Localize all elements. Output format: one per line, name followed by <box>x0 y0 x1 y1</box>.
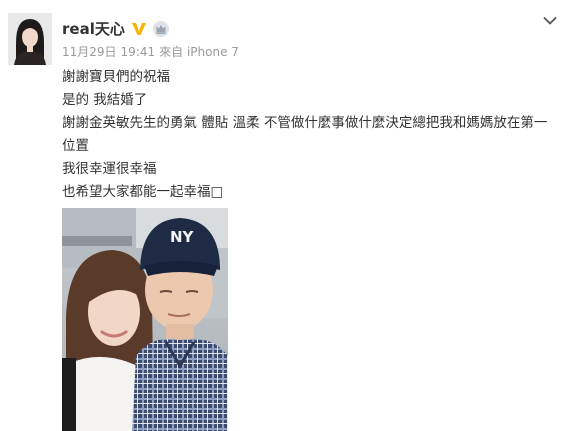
couple-selfie-image: NY <box>62 208 228 431</box>
post-photo[interactable]: NY <box>62 208 228 431</box>
post-header: real天心 <box>62 18 170 40</box>
post-content: 謝謝寶貝們的祝福 是的 我結婚了 謝謝金英敏先生的勇氣 體貼 溫柔 不管做什麼事… <box>62 66 552 204</box>
post-date[interactable]: 11月29日 <box>62 45 117 59</box>
post-line: 謝謝金英敏先生的勇氣 體貼 溫柔 不管做什麼事做什麼決定總把我和媽媽放在第一位置 <box>62 115 548 154</box>
cap-logo: NY <box>170 228 195 246</box>
avatar-image <box>8 13 52 65</box>
chevron-down-icon[interactable] <box>543 16 557 26</box>
username[interactable]: real天心 <box>62 18 125 40</box>
post-line: 謝謝寶貝們的祝福 <box>62 69 170 85</box>
verified-v-icon <box>131 23 146 35</box>
post-meta: 11月29日 19:41 來自 iPhone 7 <box>62 44 243 60</box>
post-source: 來自 iPhone 7 <box>159 45 239 59</box>
avatar[interactable] <box>8 13 52 65</box>
post-line: 也希望大家都能一起幸福□ <box>62 184 224 200</box>
member-crown-icon[interactable] <box>152 20 170 38</box>
post-line: 我很幸運很幸福 <box>62 161 157 177</box>
weibo-post: real天心 11月29日 19:41 來自 iPhone 7 謝謝寶貝們的祝福 是… <box>0 0 566 431</box>
post-line: 是的 我結婚了 <box>62 92 148 108</box>
post-time[interactable]: 19:41 <box>121 45 156 59</box>
